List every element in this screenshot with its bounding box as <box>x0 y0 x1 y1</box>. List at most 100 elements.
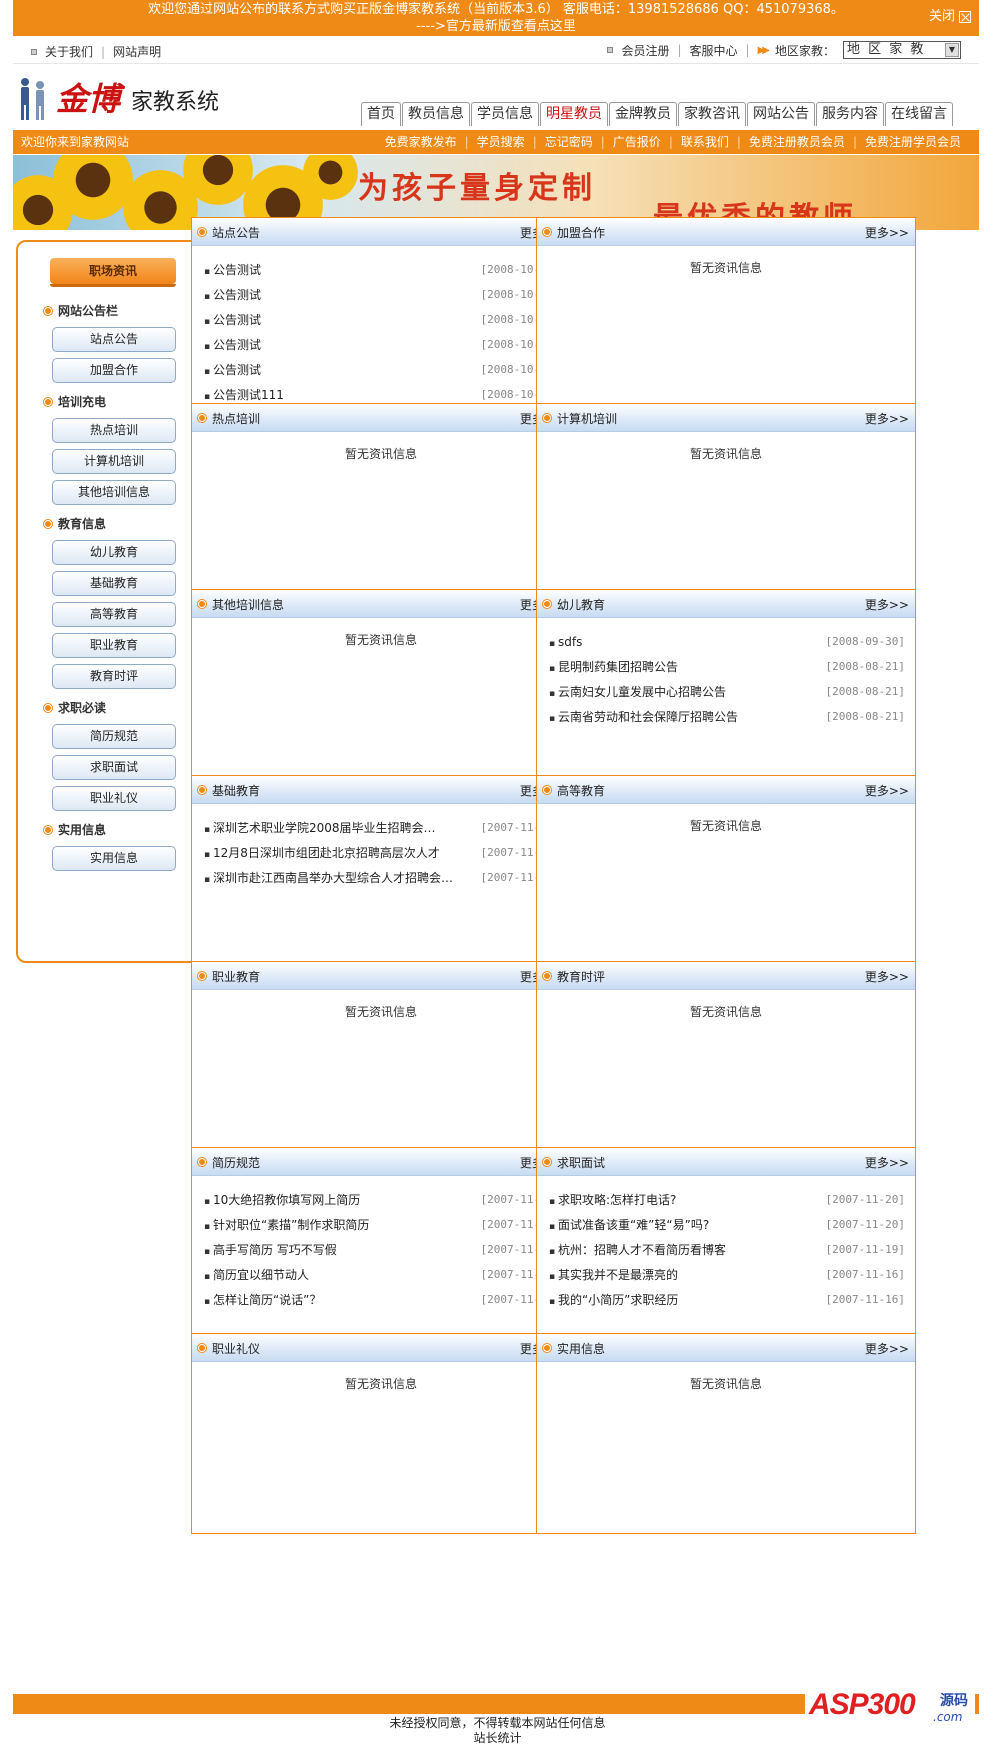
nav-tab[interactable]: 教员信息 <box>402 102 470 126</box>
news-title[interactable]: 面试准备该重“难”轻“易”吗? <box>549 1215 709 1240</box>
news-title[interactable]: sdfs <box>549 632 582 657</box>
panel-header: 热点培训更多>> <box>192 404 570 432</box>
news-title[interactable]: 针对职位“素描”制作求职简历 <box>204 1215 369 1240</box>
sub-link[interactable]: 忘记密码 <box>537 130 601 154</box>
sidebar-list: 网站公告栏 站点公告 加盟合作 培训充电 热点培训 计算机培训 其他培训信息 教育信息 幼儿教育… <box>44 294 186 877</box>
news-title[interactable]: 深圳市赴江西南昌举办大型综合人才招聘会… <box>204 868 453 893</box>
sidebar-item-button[interactable]: 教育时评 <box>52 664 176 689</box>
panel-title: 加盟合作 <box>557 226 606 240</box>
list-item[interactable]: 求职攻略:怎样打电话? [2007-11-20] <box>549 1190 905 1215</box>
list-item[interactable]: 公告测试[2008-10-12] <box>204 260 560 285</box>
news-title[interactable]: 公告测试 <box>204 260 261 285</box>
list-item[interactable]: 云南妇女儿童发展中心招聘公告 [2008-08-21] <box>549 682 905 707</box>
list-item[interactable]: 公告测试[2008-10-12] <box>204 360 560 385</box>
sidebar-item-button[interactable]: 职业礼仪 <box>52 786 176 811</box>
list-item[interactable]: 高手写简历 写巧不写假[2007-11-17] <box>204 1240 560 1265</box>
register-link[interactable]: 会员注册 <box>621 42 669 59</box>
orange-bullet-icon <box>198 1158 206 1166</box>
list-item[interactable]: 10大绝招教你填写网上简历[2007-11-19] <box>204 1190 560 1215</box>
list-item[interactable]: 怎样让简历“说话”？[2007-11-16] <box>204 1290 560 1315</box>
news-title[interactable]: 12月8日深圳市组团赴北京招聘高层次人才 <box>204 843 440 868</box>
sidebar-item-button[interactable]: 求职面试 <box>52 755 176 780</box>
list-item[interactable]: 我的“小简历”求职经历 [2007-11-16] <box>549 1290 905 1315</box>
list-item[interactable]: 云南省劳动和社会保障厅招聘公告 [2008-08-21] <box>549 707 905 732</box>
news-title[interactable]: 云南妇女儿童发展中心招聘公告 <box>549 682 726 707</box>
list-item[interactable]: 深圳市赴江西南昌举办大型综合人才招聘会…[2007-11-15] <box>204 868 560 893</box>
list-item[interactable]: 公告测试[2008-10-12] <box>204 285 560 310</box>
site-logo[interactable]: 金博 家教系统 <box>16 72 236 122</box>
sub-link[interactable]: 免费家教发布 <box>377 130 465 154</box>
more-link[interactable]: 更多>> <box>865 1154 909 1171</box>
sub-link[interactable]: 广告报价 <box>605 130 669 154</box>
news-title[interactable]: 公告测试 <box>204 335 261 360</box>
news-title[interactable]: 昆明制药集团招聘公告 <box>549 657 678 682</box>
nav-tab[interactable]: 在线留言 <box>885 102 953 126</box>
close-notice-button[interactable]: 关闭 <box>929 8 971 25</box>
news-title[interactable]: 求职攻略:怎样打电话? <box>549 1190 676 1215</box>
divider: | <box>745 43 750 57</box>
notice-line1: 欢迎您通过网站公布的联系方式购买正版金博家教系统（当前版本3.6） 客服电话：1… <box>148 2 844 17</box>
nav-tab[interactable]: 网站公告 <box>747 102 815 126</box>
statement-link[interactable]: 网站声明 <box>113 43 161 60</box>
sidebar-item-button[interactable]: 高等教育 <box>52 602 176 627</box>
news-title[interactable]: 公告测试 <box>204 360 261 385</box>
sidebar-item-button[interactable]: 幼儿教育 <box>52 540 176 565</box>
news-panel: 简历规范更多>>10大绝招教你填写网上简历[2007-11-19]针对职位“素描… <box>191 1147 571 1348</box>
sub-link[interactable]: 学员搜索 <box>469 130 533 154</box>
nav-tab[interactable]: 金牌教员 <box>609 102 677 126</box>
sidebar-item-button[interactable]: 站点公告 <box>52 327 176 352</box>
more-link[interactable]: 更多>> <box>865 224 909 241</box>
double-arrow-icon: ▶▶ <box>757 44 771 56</box>
more-link[interactable]: 更多>> <box>865 596 909 613</box>
more-link[interactable]: 更多>> <box>865 782 909 799</box>
sidebar-item-button[interactable]: 实用信息 <box>52 846 176 871</box>
news-title[interactable]: 高手写简历 写巧不写假 <box>204 1240 337 1265</box>
sidebar-item-button[interactable]: 其他培训信息 <box>52 480 176 505</box>
list-item[interactable]: 昆明制药集团招聘公告 [2008-08-21] <box>549 657 905 682</box>
sidebar-item-button[interactable]: 职业教育 <box>52 633 176 658</box>
nav-tab[interactable]: 明星教员 <box>540 102 608 126</box>
region-select[interactable]: 地 区 家 教 ▼ <box>843 41 961 59</box>
sidebar-item-button[interactable]: 热点培训 <box>52 418 176 443</box>
nav-tab[interactable]: 学员信息 <box>471 102 539 126</box>
sidebar-item-button[interactable]: 加盟合作 <box>52 358 176 383</box>
nav-tab[interactable]: 服务内容 <box>816 102 884 126</box>
news-title[interactable]: 10大绝招教你填写网上简历 <box>204 1190 360 1215</box>
list-item[interactable]: 针对职位“素描”制作求职简历[2007-11-19] <box>204 1215 560 1240</box>
service-center-link[interactable]: 客服中心 <box>690 42 738 59</box>
news-title[interactable]: 云南省劳动和社会保障厅招聘公告 <box>549 707 738 732</box>
list-item[interactable]: 其实我并不是最漂亮的 [2007-11-16] <box>549 1265 905 1290</box>
list-item[interactable]: 公告测试[2008-10-12] <box>204 310 560 335</box>
news-title[interactable]: 深圳艺术职业学院2008届毕业生招聘会… <box>204 818 436 843</box>
news-title[interactable]: 其实我并不是最漂亮的 <box>549 1265 678 1290</box>
sidebar-category-label: 教育信息 <box>58 516 107 531</box>
nav-tab[interactable]: 首页 <box>361 102 401 126</box>
official-version-link[interactable]: 官方最新版查看点这里 <box>446 19 576 34</box>
list-item[interactable]: sdfs [2008-09-30] <box>549 632 905 657</box>
list-item[interactable]: 公告测试[2008-10-12] <box>204 335 560 360</box>
news-title[interactable]: 简历宜以细节动人 <box>204 1265 309 1290</box>
sub-link[interactable]: 免费注册学员会员 <box>857 130 969 154</box>
sidebar-item-button[interactable]: 计算机培训 <box>52 449 176 474</box>
list-item[interactable]: 深圳艺术职业学院2008届毕业生招聘会…[2007-11-17] <box>204 818 560 843</box>
news-title[interactable]: 公告测试 <box>204 285 261 310</box>
news-title[interactable]: 杭州：招聘人才不看简历看博客 <box>549 1240 726 1265</box>
list-item[interactable]: 面试准备该重“难”轻“易”吗? [2007-11-20] <box>549 1215 905 1240</box>
news-title[interactable]: 怎样让简历“说话”？ <box>204 1290 321 1315</box>
sub-link[interactable]: 免费注册教员会员 <box>741 130 853 154</box>
sidebar-item-button[interactable]: 简历规范 <box>52 724 176 749</box>
list-item[interactable]: 杭州：招聘人才不看简历看博客 [2007-11-19] <box>549 1240 905 1265</box>
sidebar-item-button[interactable]: 基础教育 <box>52 571 176 596</box>
list-item[interactable]: 简历宜以细节动人[2007-11-16] <box>204 1265 560 1290</box>
more-link[interactable]: 更多>> <box>865 410 909 427</box>
more-link[interactable]: 更多>> <box>865 968 909 985</box>
news-title[interactable]: 我的“小简历”求职经历 <box>549 1290 678 1315</box>
panel-header: 职业礼仪更多>> <box>192 1334 570 1362</box>
sub-link[interactable]: 联系我们 <box>673 130 737 154</box>
nav-tab[interactable]: 家教咨讯 <box>678 102 746 126</box>
news-title[interactable]: 公告测试 <box>204 310 261 335</box>
stats-link[interactable]: 站长统计 <box>0 1731 995 1746</box>
about-link[interactable]: 关于我们 <box>45 43 93 60</box>
list-item[interactable]: 12月8日深圳市组团赴北京招聘高层次人才[2007-11-16] <box>204 843 560 868</box>
more-link[interactable]: 更多>> <box>865 1340 909 1357</box>
